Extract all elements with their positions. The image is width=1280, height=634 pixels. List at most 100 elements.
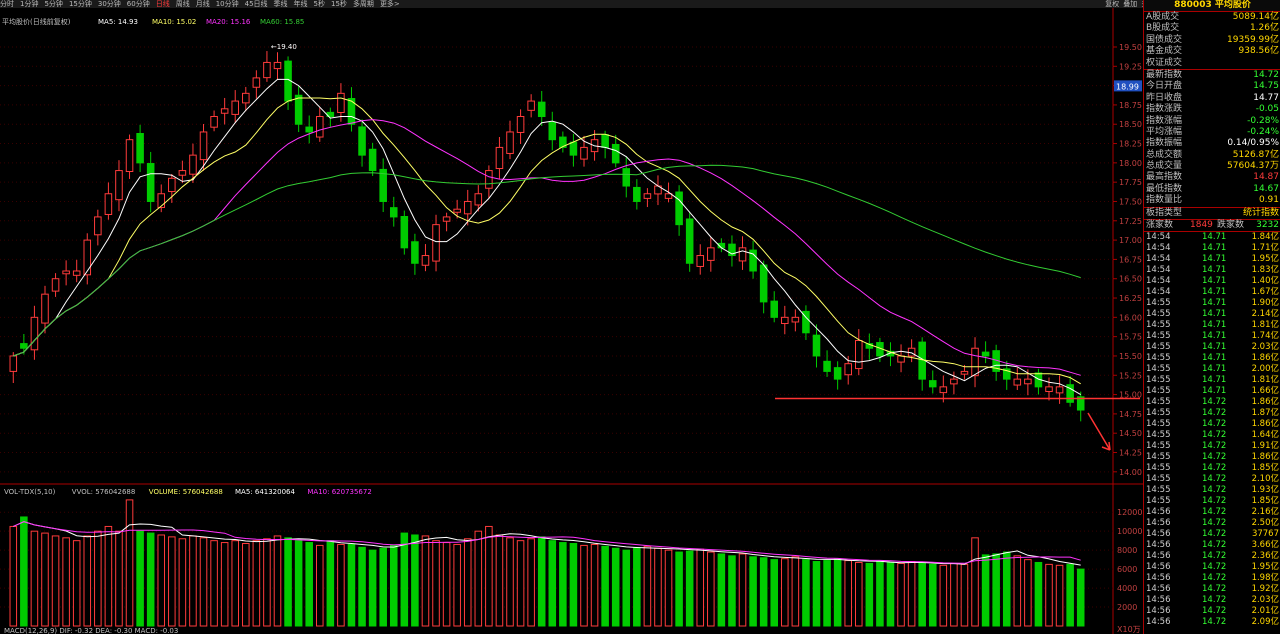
tick-row: 14:55 14.71 1.86亿	[1144, 353, 1280, 364]
tick-row: 14:56 14.72 2.16亿	[1144, 507, 1280, 518]
tick-row: 14:55 14.72 2.10亿	[1144, 474, 1280, 485]
volume-bar	[51, 535, 60, 627]
period-tab[interactable]: 季线	[274, 0, 288, 8]
tick-price: 14.72	[1202, 529, 1227, 540]
candle-body	[463, 200, 472, 215]
period-tab[interactable]: 1分钟	[20, 0, 38, 8]
macd-legend: MACD(12,26,9) DIF: -0.32 DEA: -0.30 MACD…	[4, 627, 178, 634]
toolbar-button[interactable]: 叠加	[1123, 0, 1137, 8]
stat-label: 最新指数	[1146, 69, 1183, 80]
tick-list[interactable]: 14:54 14.71 1.84亿 14:54 14.71 1.71亿 14:54 14.71…	[1144, 232, 1280, 628]
tick-amount: 1.86亿	[1251, 452, 1279, 463]
tick-time: 14:56	[1146, 529, 1171, 540]
candle-body	[389, 207, 398, 218]
tick-time: 14:56	[1146, 518, 1171, 529]
y-tick-label: 15.50	[1119, 352, 1142, 361]
volume-bar	[157, 534, 166, 627]
candle-body	[823, 360, 831, 372]
candle-body	[939, 386, 948, 394]
volume-bar	[685, 550, 694, 627]
stat-row: 基金成交 938.56亿	[1144, 46, 1280, 57]
tick-row: 14:55 14.71 1.66亿	[1144, 386, 1280, 397]
period-tab[interactable]: 年线	[294, 0, 308, 8]
period-tab[interactable]: 30分钟	[98, 0, 121, 8]
candle-body	[421, 255, 430, 266]
period-tab[interactable]: 日线	[156, 0, 170, 8]
volume-bar	[1066, 563, 1074, 627]
candle-body	[960, 370, 969, 375]
stat-value: 14.75	[1253, 81, 1279, 92]
volume-bar	[928, 563, 937, 627]
volume-bar	[717, 553, 726, 627]
volume-bar	[1013, 555, 1022, 627]
stat-row: 总成交量 57604.37万	[1144, 161, 1280, 172]
tick-time: 14:56	[1146, 551, 1171, 562]
period-tab[interactable]: 45日线	[245, 0, 268, 8]
tick-amount: 2.16亿	[1251, 507, 1279, 518]
tick-price: 14.72	[1202, 397, 1227, 408]
up-count-label: 涨家数	[1146, 220, 1174, 231]
tick-row: 14:56 14.72 2.03亿	[1144, 595, 1280, 606]
tick-price: 14.71	[1202, 375, 1227, 386]
period-tab[interactable]: 15分钟	[69, 0, 92, 8]
stat-label: 权证成交	[1146, 57, 1183, 68]
volume-bar	[886, 561, 895, 627]
volume-bar	[516, 540, 525, 627]
tick-amount: 1.81亿	[1251, 320, 1279, 331]
tick-row: 14:54 14.71 1.67亿	[1144, 287, 1280, 298]
tick-amount: 2.00亿	[1251, 364, 1279, 375]
period-tab[interactable]: 多周期	[353, 0, 374, 8]
volume-bar	[728, 555, 736, 627]
period-tab[interactable]: 60分钟	[127, 0, 150, 8]
candle-body	[971, 347, 979, 377]
toolbar-button[interactable]: 复权	[1105, 0, 1119, 8]
y-tick-label: 19.50	[1119, 43, 1142, 52]
period-tab[interactable]: 分时	[0, 0, 14, 8]
stat-label: 平均涨幅	[1146, 126, 1183, 137]
stat-label: 今日开盘	[1146, 81, 1183, 92]
volume-bar	[146, 532, 155, 627]
period-tab[interactable]: 更多>	[380, 0, 400, 8]
quote-panel: 880003 平均股价 A股成交 5089.14亿 B股成交 1.26亿 国债成交 193…	[1143, 0, 1280, 634]
candle-body	[685, 218, 694, 264]
period-tab[interactable]: 月线	[196, 0, 210, 8]
stat-label: 最高指数	[1146, 172, 1183, 183]
volume-bar	[20, 516, 28, 627]
stat-label: 总成交额	[1146, 149, 1183, 160]
ma-legend-item: MA60: 15.85	[260, 18, 304, 26]
stat-row: 最低指数 14.67	[1144, 184, 1280, 195]
tick-amount: 1.40亿	[1251, 276, 1279, 287]
volume-bar	[960, 563, 969, 627]
ma-legend-item: MA20: 15.16	[206, 18, 251, 26]
period-tab[interactable]: 5秒	[314, 0, 325, 8]
candle-body	[759, 264, 768, 303]
tick-row: 14:55 14.72 1.93亿	[1144, 485, 1280, 496]
candle-body	[273, 61, 282, 70]
tick-price: 14.71	[1202, 287, 1227, 298]
stat-value: 0.14/0.95%	[1227, 138, 1279, 149]
tick-price: 14.72	[1202, 518, 1227, 529]
tick-time: 14:56	[1146, 507, 1171, 518]
breadth-row: 涨家数 1849 跌家数 3232	[1144, 220, 1280, 231]
kline-chart[interactable]: 19.5019.2519.0018.7518.5018.2518.0017.75…	[0, 8, 1143, 634]
tick-amount: 1.67亿	[1251, 287, 1279, 298]
period-tab[interactable]: 10分钟	[216, 0, 239, 8]
period-tab[interactable]: 15秒	[331, 0, 347, 8]
tick-price: 14.72	[1202, 441, 1227, 452]
tick-amount: 1.86亿	[1251, 419, 1279, 430]
stat-row: B股成交 1.26亿	[1144, 23, 1280, 34]
candle-body	[611, 144, 620, 164]
tick-row: 14:56 14.72 2.09亿	[1144, 617, 1280, 628]
candle-body	[62, 270, 70, 275]
period-tab[interactable]: 周线	[176, 0, 190, 8]
volume-bar	[643, 545, 652, 627]
axis-unit-tag: X10万	[1117, 625, 1141, 634]
tick-row: 14:56 14.72 2.36亿	[1144, 551, 1280, 562]
stat-row: 最高指数 14.87	[1144, 172, 1280, 183]
tick-time: 14:55	[1146, 441, 1171, 452]
candle-body	[411, 241, 419, 264]
volume-bar	[749, 556, 757, 627]
volume-bar	[495, 534, 504, 627]
turnover-section: A股成交 5089.14亿 B股成交 1.26亿 国债成交 19359.99亿 基金成交 93…	[1144, 12, 1280, 69]
period-tab[interactable]: 5分钟	[44, 0, 62, 8]
